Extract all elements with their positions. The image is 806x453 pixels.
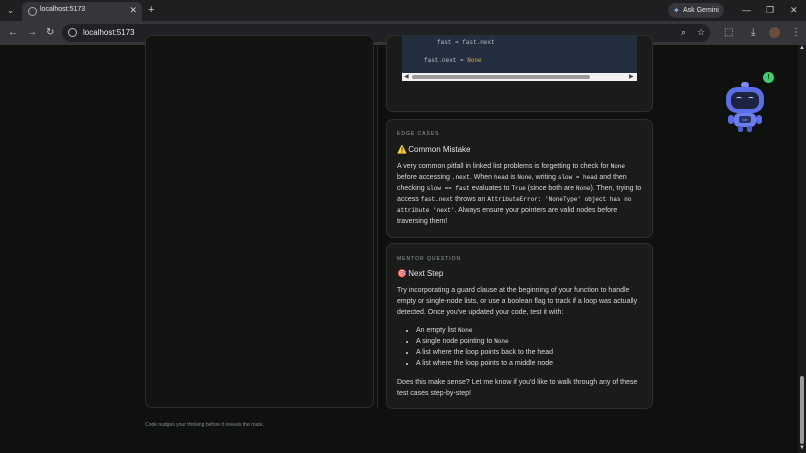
panel-divider[interactable] xyxy=(377,45,378,408)
tab-title: localhost:5173 xyxy=(40,6,86,13)
zoom-icon[interactable]: ⌕ xyxy=(681,27,686,38)
section-heading: ⚠️ Common Mistake xyxy=(397,145,470,154)
list-item: A list where the loop points to a middle… xyxy=(416,358,645,369)
bot-arm xyxy=(756,115,762,124)
restore-button[interactable]: ❐ xyxy=(766,4,774,16)
bookmark-star-icon[interactable]: ☆ xyxy=(697,27,705,38)
browser-tab-strip: ⌄ localhost:5173 ✕ + ✦ Ask Gemini — ❐ ✕ xyxy=(0,0,806,21)
edge-cases-text: A very common pitfall in linked list pro… xyxy=(397,163,642,225)
code-panel xyxy=(145,35,374,408)
mentor-question-card: MENTOR QUESTION 🎯 Next Step Try incorpor… xyxy=(386,243,653,409)
list-item: A list where the loop points back to the… xyxy=(416,347,645,358)
edge-cases-card: EDGE CASES ⚠️ Common Mistake A very comm… xyxy=(386,119,653,238)
page-content: fast = fast.next fast.next = None ◀ ▶ ED… xyxy=(0,35,806,453)
mentor-bot-avatar[interactable]: => xyxy=(723,81,769,135)
scrollbar-thumb[interactable] xyxy=(800,376,804,444)
tab-search-button[interactable]: ⌄ xyxy=(4,4,17,17)
bot-leg xyxy=(738,126,743,132)
minimize-button[interactable]: — xyxy=(742,4,751,16)
site-info-icon[interactable] xyxy=(68,28,77,37)
bot-leg xyxy=(747,126,752,132)
scroll-right-icon[interactable]: ▶ xyxy=(629,73,634,81)
close-window-button[interactable]: ✕ xyxy=(790,4,798,16)
section-eyebrow: MENTOR QUESTION xyxy=(397,256,462,262)
code-line: fast = fast.next xyxy=(437,39,495,46)
ask-gemini-button[interactable]: ✦ Ask Gemini xyxy=(668,3,724,18)
sparkle-icon: ✦ xyxy=(673,6,680,15)
mentor-intro: Try incorporating a guard clause at the … xyxy=(397,287,638,316)
profile-avatar[interactable] xyxy=(769,27,780,38)
heading-text: Common Mistake xyxy=(408,145,471,154)
new-tab-button[interactable]: + xyxy=(148,4,154,16)
scrollbar-thumb[interactable] xyxy=(412,75,590,79)
list-item: An empty list None xyxy=(416,325,645,336)
menu-icon[interactable]: ⋮ xyxy=(791,26,801,40)
globe-icon xyxy=(28,7,37,16)
section-heading: 🎯 Next Step xyxy=(397,269,443,278)
list-item: A single node pointing to None xyxy=(416,336,645,347)
forward-icon[interactable]: → xyxy=(27,26,37,40)
reload-icon[interactable]: ↻ xyxy=(46,26,54,40)
section-eyebrow: EDGE CASES xyxy=(397,131,440,137)
back-icon[interactable]: ← xyxy=(8,26,18,40)
mentor-outro: Does this make sense? Let me know if you… xyxy=(397,379,638,397)
bot-chest-screen: => xyxy=(739,116,751,123)
warning-icon: ⚠️ xyxy=(397,145,407,154)
page-scrollbar[interactable]: ▲ ▼ xyxy=(798,45,806,453)
scroll-up-icon[interactable]: ▲ xyxy=(799,45,805,51)
target-icon: 🎯 xyxy=(397,269,407,278)
ask-gemini-label: Ask Gemini xyxy=(683,7,719,14)
tab-close-icon[interactable]: ✕ xyxy=(129,5,137,16)
code-line: fast.next = None xyxy=(424,57,482,64)
bot-eye xyxy=(736,97,742,100)
test-case-list: An empty list None A single node pointin… xyxy=(397,325,645,369)
browser-tab-active[interactable]: localhost:5173 ✕ xyxy=(22,2,142,21)
notification-badge[interactable]: ! xyxy=(763,72,774,83)
scroll-left-icon[interactable]: ◀ xyxy=(404,73,409,81)
code-block: fast = fast.next fast.next = None xyxy=(402,36,637,73)
extensions-icon[interactable]: ⬚ xyxy=(724,26,733,40)
code-horizontal-scrollbar[interactable]: ◀ ▶ xyxy=(402,73,637,81)
url-text[interactable]: localhost:5173 xyxy=(83,28,135,37)
download-icon[interactable]: ⤓ xyxy=(751,26,755,40)
scroll-down-icon[interactable]: ▼ xyxy=(799,445,805,451)
code-snippet-card: fast = fast.next fast.next = None ◀ ▶ xyxy=(386,35,653,112)
bot-face xyxy=(731,92,759,109)
footer-tagline: Code nudges your thinking before it reve… xyxy=(145,422,264,428)
heading-text: Next Step xyxy=(408,269,444,278)
bot-eye xyxy=(748,97,754,100)
